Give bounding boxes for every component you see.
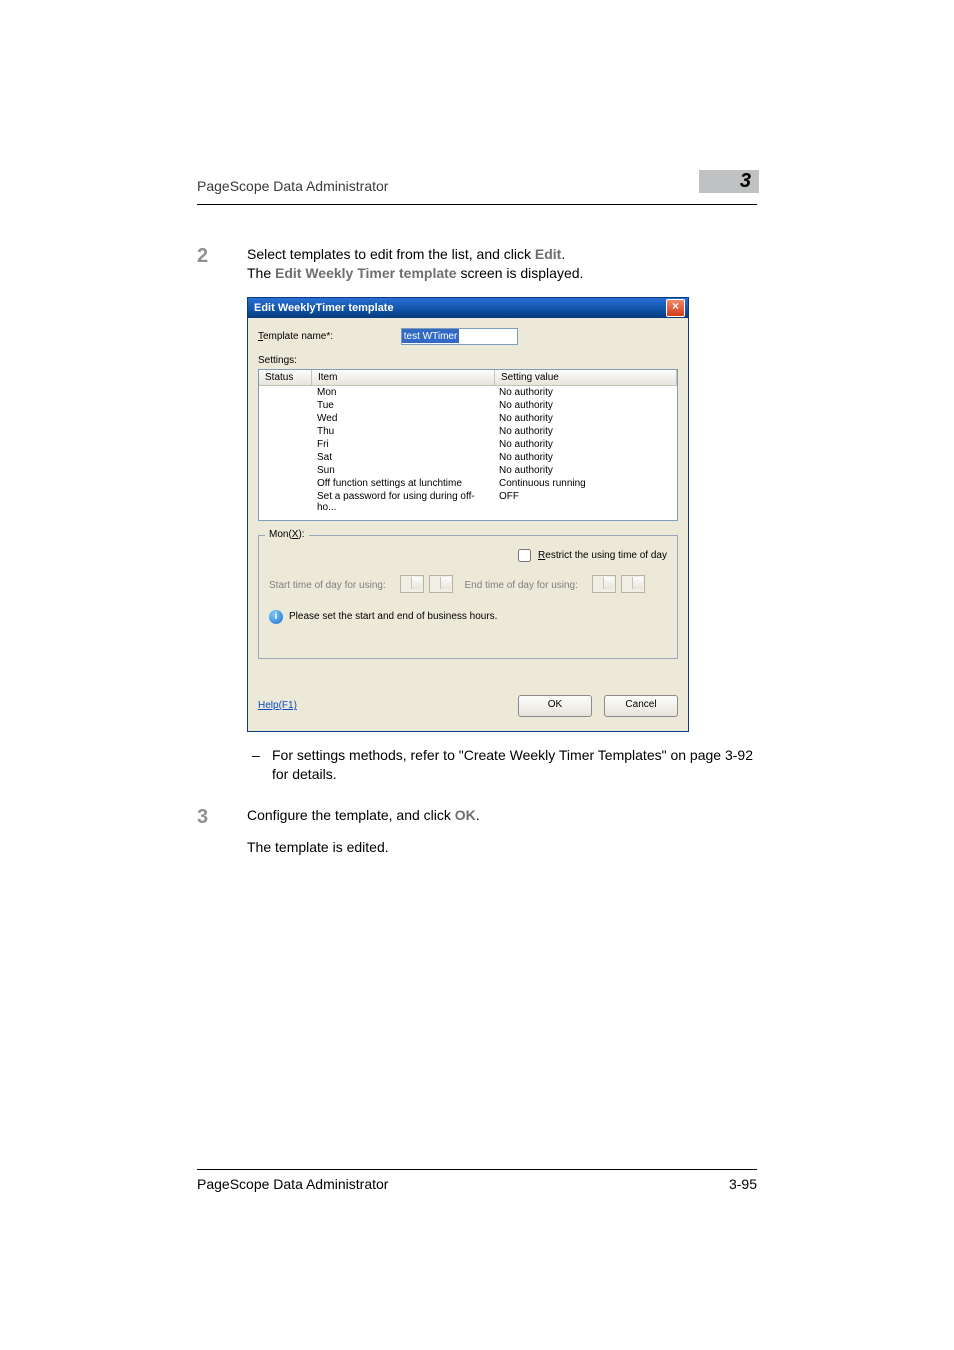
page-header: PageScope Data Administrator 3: [197, 178, 757, 205]
dialog-titlebar[interactable]: Edit WeeklyTimer template ×: [248, 298, 688, 318]
info-icon: i: [269, 610, 283, 624]
template-name-label: Template name*:: [258, 331, 398, 342]
col-value[interactable]: Setting value: [495, 370, 677, 385]
step-2-text: Select templates to edit from the list, …: [247, 246, 583, 281]
time-row: Start time of day for using: End time of…: [269, 575, 667, 596]
list-item[interactable]: WedNo authority: [259, 412, 677, 425]
step-3: 3 Configure the template, and click OK.: [197, 806, 757, 825]
footer-title: PageScope Data Administrator: [197, 1176, 388, 1192]
cancel-button[interactable]: Cancel: [604, 695, 678, 717]
footer-page: 3-95: [729, 1176, 757, 1192]
header-title: PageScope Data Administrator: [197, 178, 388, 194]
ok-button[interactable]: OK: [518, 695, 592, 717]
hint-row: i Please set the start and end of busine…: [269, 610, 667, 624]
template-name-value: test WTimer: [402, 329, 460, 343]
close-icon[interactable]: ×: [666, 299, 685, 317]
dialog-body: Template name*: test WTimer Settings: St…: [248, 318, 688, 731]
chapter-number: 3: [699, 170, 759, 193]
step-3-number: 3: [197, 804, 208, 831]
hint-text: Please set the start and end of business…: [289, 611, 497, 622]
list-item[interactable]: FriNo authority: [259, 438, 677, 451]
list-item[interactable]: MonNo authority: [259, 386, 677, 399]
list-item[interactable]: ThuNo authority: [259, 425, 677, 438]
step-2-note: For settings methods, refer to "Create W…: [197, 746, 757, 784]
chapter-badge: 3: [699, 170, 759, 193]
restrict-checkbox-input[interactable]: [518, 549, 531, 562]
page-footer: PageScope Data Administrator 3-95: [197, 1169, 757, 1192]
step-3-result: The template is edited.: [197, 838, 757, 857]
template-name-input[interactable]: test WTimer: [401, 328, 518, 345]
list-item[interactable]: SunNo authority: [259, 464, 677, 477]
restrict-checkbox[interactable]: Restrict the using time of day: [514, 546, 667, 565]
list-item[interactable]: TueNo authority: [259, 399, 677, 412]
col-status[interactable]: Status: [259, 370, 312, 385]
step-2-number: 2: [197, 243, 208, 270]
end-hour-stepper[interactable]: [592, 575, 616, 593]
start-hour-stepper[interactable]: [400, 575, 424, 593]
start-time-label: Start time of day for using:: [269, 580, 386, 591]
list-item[interactable]: Set a password for using during off-ho..…: [259, 490, 677, 514]
dialog-title: Edit WeeklyTimer template: [254, 298, 394, 318]
end-time-label: End time of day for using:: [465, 580, 578, 591]
settings-listview[interactable]: Status Item Setting value MonNo authorit…: [258, 369, 678, 521]
listview-header: Status Item Setting value: [259, 370, 677, 386]
start-min-stepper[interactable]: [429, 575, 453, 593]
list-item[interactable]: SatNo authority: [259, 451, 677, 464]
list-item[interactable]: Off function settings at lunchtimeContin…: [259, 477, 677, 490]
day-detail-group: Mon(X): Restrict the using time of day S…: [258, 535, 678, 659]
edit-weeklytimer-dialog: Edit WeeklyTimer template × Template nam…: [247, 297, 689, 732]
settings-label: Settings:: [258, 355, 678, 366]
end-min-stepper[interactable]: [621, 575, 645, 593]
step-2: 2 Select templates to edit from the list…: [197, 245, 757, 283]
group-legend: Mon(X):: [265, 529, 309, 540]
col-item[interactable]: Item: [312, 370, 495, 385]
help-link[interactable]: Help(F1): [258, 700, 297, 711]
dialog-footer: Help(F1) OK Cancel: [258, 695, 678, 717]
template-name-row: Template name*: test WTimer: [258, 328, 678, 345]
step-3-text: Configure the template, and click OK.: [247, 807, 480, 823]
